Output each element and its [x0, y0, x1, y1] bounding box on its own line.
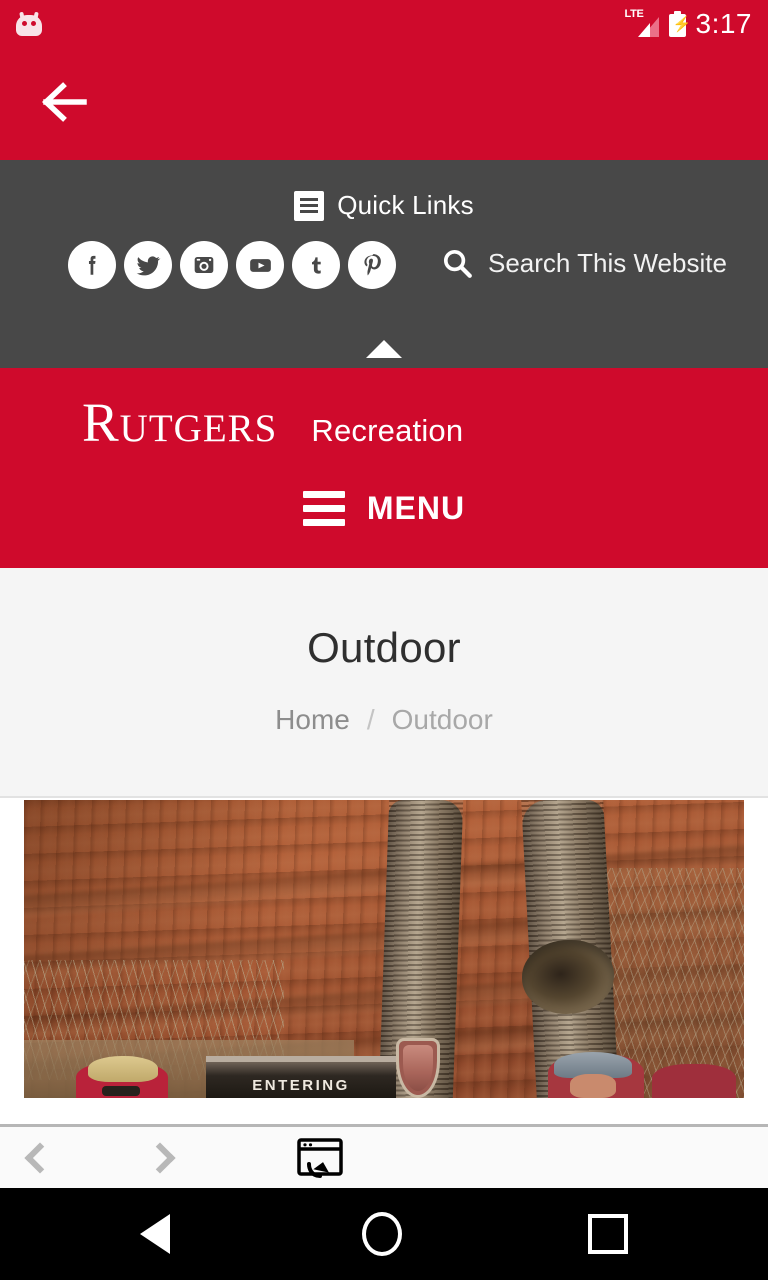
list-menu-icon [294, 190, 325, 221]
caret-up-icon[interactable] [366, 340, 402, 358]
brand-row: Rutgers Recreation [82, 394, 463, 452]
breadcrumb-separator: / [366, 704, 375, 735]
breadcrumb-home-link[interactable]: Home [275, 704, 350, 736]
twitter-icon[interactable] [124, 241, 172, 289]
page-title-band: Outdoor Home / Outdoor [0, 568, 768, 798]
rutgers-wordmark[interactable]: Rutgers [82, 394, 277, 452]
quick-links-button[interactable]: Quick Links [0, 190, 768, 221]
social-icon-row [68, 241, 396, 289]
phone-screen: LTE ⚡ 3:17 Quick Links Search This Websi… [0, 0, 768, 1280]
instagram-icon[interactable] [180, 241, 228, 289]
quick-links-label: Quick Links [337, 190, 474, 220]
status-bar-left [16, 11, 42, 36]
menu-label: MENU [366, 490, 466, 526]
nav-recents-square-icon[interactable] [588, 1214, 628, 1254]
canyon-photo[interactable]: ENTERING [24, 800, 744, 1098]
quick-links-panel: Quick Links Search This Website [0, 160, 768, 368]
person-left [76, 1056, 168, 1098]
back-arrow-icon[interactable] [38, 76, 90, 128]
breadcrumb: Home / Outdoor [0, 704, 768, 736]
browser-toolbar [0, 1124, 768, 1188]
tumblr-icon[interactable] [292, 241, 340, 289]
battery-charging-icon: ⚡ [668, 11, 691, 37]
youtube-icon[interactable] [236, 241, 284, 289]
nav-home-circle-icon[interactable] [362, 1212, 402, 1256]
hamburger-icon [302, 491, 345, 526]
search-button[interactable]: Search This Website [440, 246, 727, 280]
unit-name-label: Recreation [311, 413, 464, 448]
chevron-right-icon [144, 1141, 176, 1174]
signal-bars-icon: LTE [625, 9, 659, 37]
park-sign-text: ENTERING [252, 1077, 350, 1094]
pinterest-icon[interactable] [348, 241, 396, 289]
status-bar-clock: 3:17 [695, 8, 752, 39]
park-sign: ENTERING [206, 1056, 396, 1098]
person-far-right [652, 1064, 736, 1098]
chevron-left-icon [24, 1141, 56, 1174]
browser-forward-button[interactable] [120, 1126, 200, 1190]
search-icon [443, 249, 472, 278]
facebook-icon[interactable] [68, 241, 116, 289]
menu-button[interactable]: MENU [0, 490, 768, 527]
nav-back-triangle-icon[interactable] [140, 1214, 170, 1254]
open-in-browser-icon[interactable] [296, 1137, 344, 1181]
breadcrumb-current: Outdoor [391, 704, 493, 735]
person-right [548, 1052, 644, 1098]
status-bar-right: LTE ⚡ 3:17 [625, 8, 753, 40]
search-label: Search This Website [488, 247, 727, 278]
android-head-icon [16, 11, 42, 36]
brand-header: Rutgers Recreation MENU [0, 368, 768, 568]
app-bar [0, 48, 768, 160]
status-bar: LTE ⚡ 3:17 [0, 0, 768, 48]
browser-back-button[interactable] [0, 1126, 80, 1190]
page-title: Outdoor [307, 624, 461, 671]
android-nav-bar [0, 1188, 768, 1280]
